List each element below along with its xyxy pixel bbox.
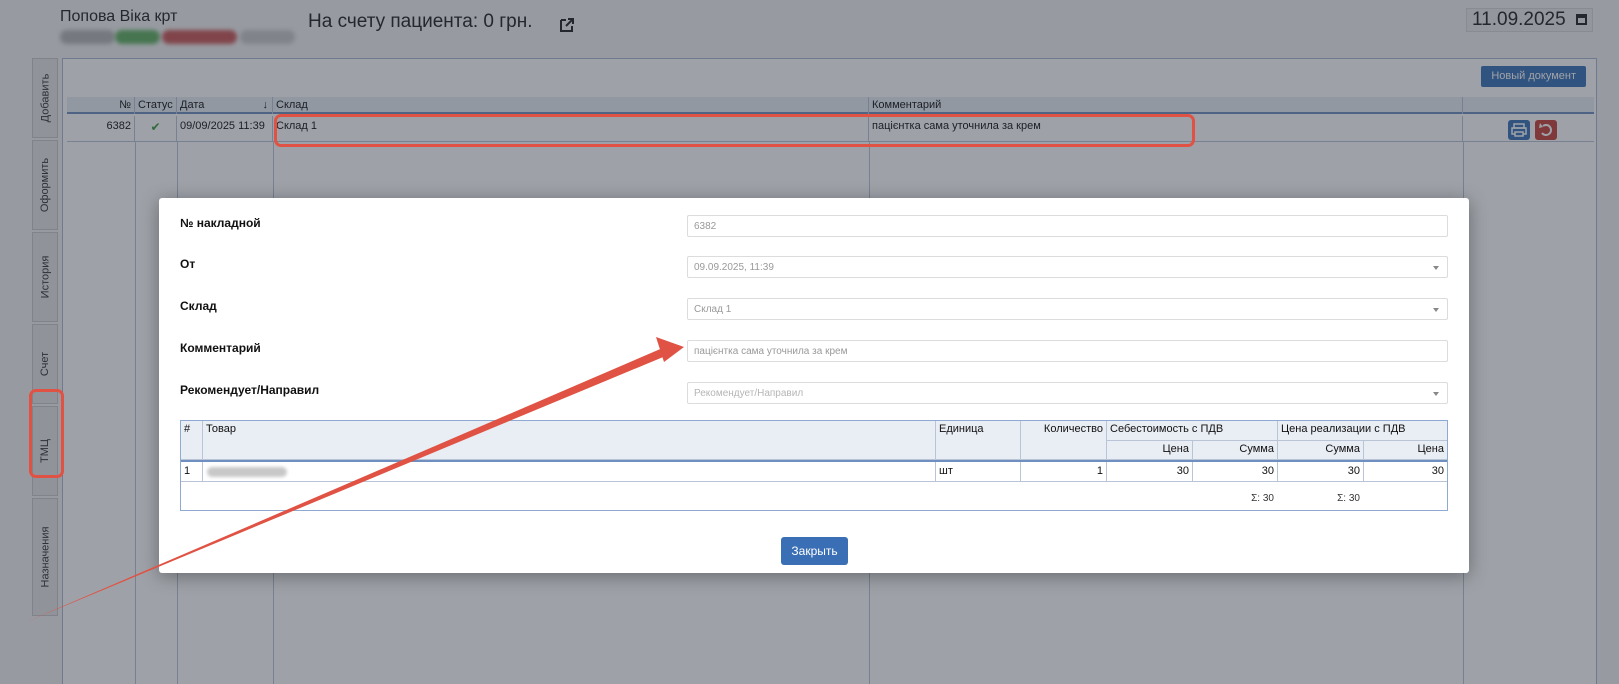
annotation-highlight-tab bbox=[29, 389, 64, 478]
comment-label: Комментарий bbox=[180, 341, 261, 355]
item-product-redacted bbox=[203, 462, 936, 482]
chevron-down-icon bbox=[1433, 392, 1439, 396]
annotation-highlight-row bbox=[274, 114, 1195, 147]
from-date-value: 09.09.2025, 11:39 bbox=[694, 262, 774, 273]
warehouse-select[interactable]: Склад 1 bbox=[687, 298, 1448, 320]
items-header-cost-price: Цена bbox=[1107, 441, 1193, 460]
item-cost-price: 30 bbox=[1107, 462, 1193, 482]
warehouse-label: Склад bbox=[180, 299, 217, 313]
recommended-select[interactable]: Рекомендует/Направил bbox=[687, 382, 1448, 404]
recommended-label: Рекомендует/Направил bbox=[180, 383, 320, 397]
invoice-number-label: № накладной bbox=[180, 216, 261, 230]
item-cost-sum: 30 bbox=[1193, 462, 1278, 482]
comment-field[interactable]: пацієнтка сама уточнила за крем bbox=[687, 340, 1448, 362]
item-sale-sum: 30 bbox=[1278, 462, 1364, 482]
items-header-unit: Единица bbox=[936, 421, 1021, 460]
close-button[interactable]: Закрыть bbox=[781, 537, 848, 565]
items-header-sale-price: Цена bbox=[1364, 441, 1447, 460]
total-sale-sum: Σ: 30 bbox=[1337, 493, 1360, 504]
invoice-number-field[interactable]: 6382 bbox=[687, 215, 1448, 237]
invoice-modal: № накладной 6382 От 09.09.2025, 11:39 Ск… bbox=[159, 198, 1469, 573]
items-header-sale-group: Цена реализации с ПДВ bbox=[1278, 421, 1447, 441]
total-cost-sum: Σ: 30 bbox=[1251, 493, 1274, 504]
items-header-qty: Количество bbox=[1021, 421, 1107, 460]
from-date-select[interactable]: 09.09.2025, 11:39 bbox=[687, 256, 1448, 278]
items-header-sale-sum: Сумма bbox=[1278, 441, 1364, 460]
items-header-product: Товар bbox=[203, 421, 936, 460]
items-header-num: # bbox=[181, 421, 203, 460]
items-header-cost-group: Себестоимость с ПДВ bbox=[1107, 421, 1278, 441]
item-qty[interactable]: 1 bbox=[1021, 462, 1107, 482]
chevron-down-icon bbox=[1433, 308, 1439, 312]
from-label: От bbox=[180, 257, 196, 271]
recommended-placeholder: Рекомендует/Направил bbox=[694, 388, 804, 399]
item-sale-price[interactable]: 30 bbox=[1364, 462, 1447, 482]
items-header-cost-sum: Сумма bbox=[1193, 441, 1278, 460]
warehouse-value: Склад 1 bbox=[694, 304, 732, 315]
items-table: # Товар Единица Количество Себестоимость… bbox=[180, 420, 1448, 511]
item-unit: шт bbox=[936, 462, 1021, 482]
item-num: 1 bbox=[181, 462, 203, 482]
chevron-down-icon bbox=[1433, 266, 1439, 270]
